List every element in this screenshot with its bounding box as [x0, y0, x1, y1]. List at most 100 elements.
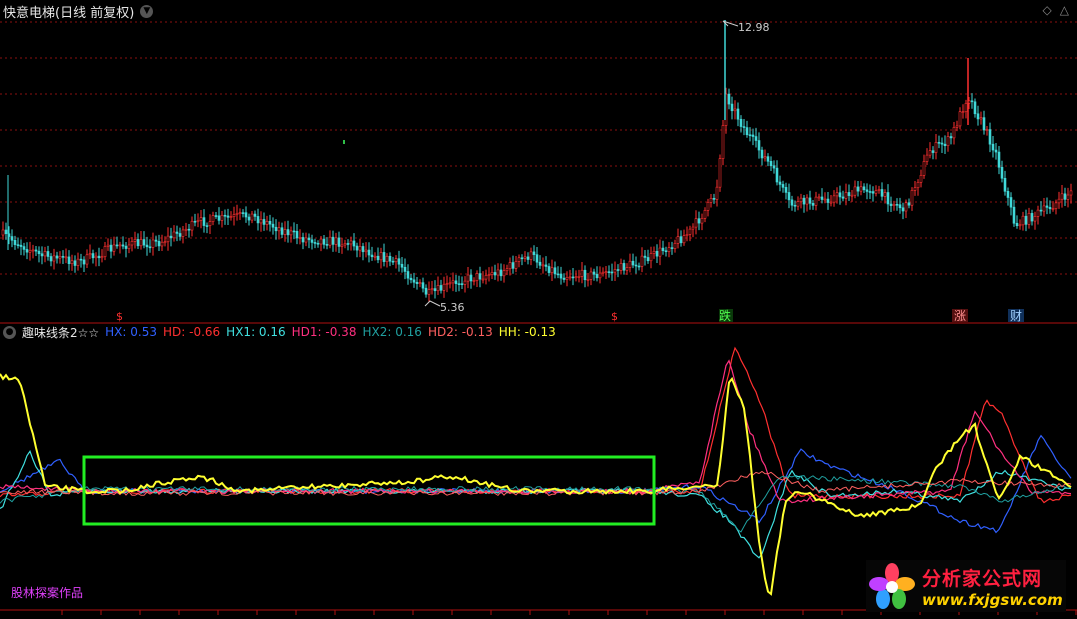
candle-body: [214, 215, 218, 217]
candle-body: [529, 251, 533, 260]
candle-body: [499, 269, 503, 277]
candle-body: [304, 237, 308, 243]
candle-body: [835, 192, 839, 197]
candle-body: [385, 255, 389, 262]
candle-body: [916, 181, 920, 189]
candle-body: [175, 231, 179, 234]
candle-body: [1045, 205, 1049, 208]
candle-body: [457, 283, 461, 285]
candle-body: [580, 269, 584, 277]
candle-body: [466, 274, 470, 282]
candle-body: [310, 239, 314, 243]
candle-body: [217, 215, 221, 221]
candle-body: [790, 199, 794, 206]
panel-controls: ◇ △: [1043, 3, 1069, 17]
candle-body: [574, 276, 578, 279]
candle-body: [292, 230, 296, 233]
candle-body: [433, 288, 437, 292]
candle-body: [73, 260, 77, 266]
candle-body: [187, 228, 191, 231]
candle-body: [223, 214, 227, 217]
candle-body: [100, 256, 104, 259]
candle-body: [874, 190, 878, 194]
candle-body: [760, 149, 764, 159]
candle-body: [172, 231, 176, 239]
candle-body: [961, 111, 965, 113]
candle-body: [322, 238, 326, 245]
indicator-line: [0, 359, 1072, 504]
candle-body: [373, 255, 377, 258]
candle-body: [1000, 166, 1004, 179]
candle-body: [1003, 177, 1007, 192]
candle-body: [748, 134, 752, 137]
high-price-label: 12.98: [738, 21, 770, 34]
watermark-url: www.fxjgsw.com: [922, 590, 1063, 609]
candle-body: [712, 198, 716, 200]
candle-body: [853, 186, 857, 196]
candle-body: [136, 239, 140, 247]
candle-body: [502, 270, 506, 277]
candle-body: [589, 271, 593, 280]
candle-body: [928, 150, 932, 156]
candle-body: [919, 175, 923, 183]
candle-body: [703, 210, 707, 219]
candle-body: [931, 150, 935, 153]
low-price-label: 5.36: [440, 301, 465, 314]
candle-body: [220, 214, 224, 221]
candle-body: [1006, 191, 1010, 198]
candle-body: [583, 269, 587, 281]
candle-body: [634, 264, 638, 267]
candle-body: [262, 219, 266, 225]
candle-body: [151, 239, 155, 248]
candle-body: [889, 203, 893, 206]
candle-body: [694, 218, 698, 228]
candle-body: [190, 220, 194, 231]
candle-body: [1, 229, 5, 236]
candle-body: [58, 256, 62, 259]
candlestick-series[interactable]: [1, 20, 1073, 303]
candle-body: [418, 282, 422, 284]
candle-body: [313, 242, 317, 244]
diamond-icon[interactable]: ◇: [1043, 3, 1052, 17]
gear-icon[interactable]: ●: [3, 325, 16, 339]
candle-body: [808, 197, 812, 204]
candle-body: [145, 244, 149, 248]
candle-body: [139, 239, 143, 247]
candle-body: [592, 271, 596, 275]
candle-body: [334, 237, 338, 245]
candle-body: [301, 237, 305, 243]
candle-body: [586, 279, 590, 281]
candle-body: [31, 249, 35, 252]
candle-body: [208, 221, 212, 226]
candle-body: [388, 255, 392, 262]
candle-body: [247, 216, 251, 221]
candle-body: [376, 255, 380, 261]
candle-body: [976, 113, 980, 120]
candle-body: [940, 142, 944, 145]
candle-body: [898, 204, 902, 209]
candle-body: [955, 125, 959, 128]
candle-body: [364, 249, 368, 253]
chevron-down-icon[interactable]: ▼: [140, 4, 154, 18]
candle-body: [868, 191, 872, 193]
candle-body: [286, 229, 290, 236]
candle-body: [514, 261, 518, 269]
candle-body: [937, 142, 941, 144]
candle-body: [442, 283, 446, 291]
candle-body: [826, 198, 830, 203]
candle-body: [121, 244, 125, 247]
candle-body: [1015, 222, 1019, 227]
candle-body: [319, 238, 323, 245]
candle-body: [370, 254, 374, 258]
candle-body: [910, 190, 914, 206]
candle-body: [103, 246, 107, 258]
indicator-lines[interactable]: [0, 346, 1072, 596]
chart-canvas[interactable]: 12.98 5.36 $ $ 跌 涨 财: [0, 0, 1077, 619]
candle-body: [52, 255, 56, 262]
candle-body: [688, 228, 692, 235]
arrow-up-icon[interactable]: △: [1060, 3, 1069, 17]
candle-body: [715, 186, 719, 200]
candle-body: [298, 237, 302, 239]
candle-body: [706, 201, 710, 211]
candle-body: [259, 219, 263, 224]
